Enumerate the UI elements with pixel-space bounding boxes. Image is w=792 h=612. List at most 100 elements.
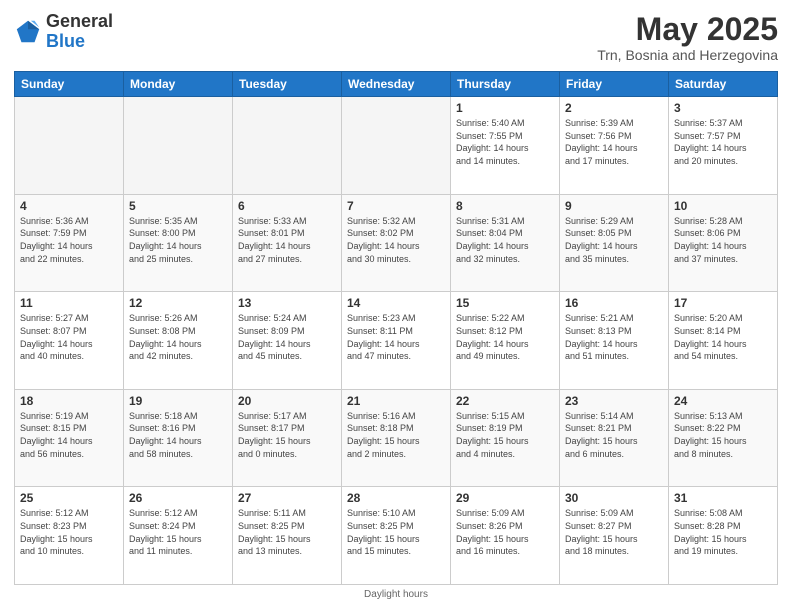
day-number: 2 [565, 101, 663, 115]
cell-w3-d7: 17 Sunrise: 5:20 AM Sunset: 8:14 PM Dayli… [669, 292, 778, 390]
day-number: 16 [565, 296, 663, 310]
cell-w2-d7: 10 Sunrise: 5:28 AM Sunset: 8:06 PM Dayli… [669, 194, 778, 292]
cell-w3-d4: 14Sunrise: 5:23 AM Sunset: 8:11 PM Dayli… [342, 292, 451, 390]
day-number: 28 [347, 491, 445, 505]
cell-w1-d7: 3 Sunrise: 5:37 AM Sunset: 7:57 PM Daylig… [669, 97, 778, 195]
day-number: 27 [238, 491, 336, 505]
logo-text: General Blue [46, 12, 113, 52]
page: General Blue May 2025 Trn, Bosnia and He… [0, 0, 792, 612]
day-info: Sunrise: 5:27 AM Sunset: 8:07 PM Dayligh… [20, 312, 118, 362]
cell-w2-d5: 8 Sunrise: 5:31 AM Sunset: 8:04 PM Daylig… [451, 194, 560, 292]
day-number: 25 [20, 491, 118, 505]
day-info: Sunrise: 5:33 AM Sunset: 8:01 PM Dayligh… [238, 215, 336, 265]
cell-w3-d5: 15 Sunrise: 5:22 AM Sunset: 8:12 PM Dayli… [451, 292, 560, 390]
day-info: Sunrise: 5:09 AM Sunset: 8:26 PM Dayligh… [456, 507, 554, 557]
day-number: 18 [20, 394, 118, 408]
day-info: Sunrise: 5:16 AM Sunset: 8:18 PM Dayligh… [347, 410, 445, 460]
cell-w2-d3: 6 Sunrise: 5:33 AM Sunset: 8:01 PM Daylig… [233, 194, 342, 292]
cell-w4-d4: 21 Sunrise: 5:16 AM Sunset: 8:18 PM Dayli… [342, 389, 451, 487]
col-friday: Friday [560, 72, 669, 97]
title-section: May 2025 Trn, Bosnia and Herzegovina [597, 12, 778, 63]
cell-w4-d2: 19 Sunrise: 5:18 AM Sunset: 8:16 PM Dayli… [124, 389, 233, 487]
cell-w3-d6: 16 Sunrise: 5:21 AM Sunset: 8:13 PM Dayli… [560, 292, 669, 390]
day-number: 12 [129, 296, 227, 310]
day-info: Sunrise: 5:26 AM Sunset: 8:08 PM Dayligh… [129, 312, 227, 362]
day-number: 19 [129, 394, 227, 408]
day-number: 11 [20, 296, 118, 310]
col-tuesday: Tuesday [233, 72, 342, 97]
day-info: Sunrise: 5:13 AM Sunset: 8:22 PM Dayligh… [674, 410, 772, 460]
cell-w4-d6: 23 Sunrise: 5:14 AM Sunset: 8:21 PM Dayli… [560, 389, 669, 487]
day-number: 21 [347, 394, 445, 408]
cell-w2-d2: 5Sunrise: 5:35 AM Sunset: 8:00 PM Daylig… [124, 194, 233, 292]
day-number: 6 [238, 199, 336, 213]
day-info: Sunrise: 5:28 AM Sunset: 8:06 PM Dayligh… [674, 215, 772, 265]
cell-w5-d3: 27 Sunrise: 5:11 AM Sunset: 8:25 PM Dayli… [233, 487, 342, 585]
day-info: Sunrise: 5:18 AM Sunset: 8:16 PM Dayligh… [129, 410, 227, 460]
day-info: Sunrise: 5:22 AM Sunset: 8:12 PM Dayligh… [456, 312, 554, 362]
day-number: 3 [674, 101, 772, 115]
col-wednesday: Wednesday [342, 72, 451, 97]
header: General Blue May 2025 Trn, Bosnia and He… [14, 12, 778, 63]
week-row-1: 1Sunrise: 5:40 AM Sunset: 7:55 PM Daylig… [15, 97, 778, 195]
day-number: 4 [20, 199, 118, 213]
cell-w4-d1: 18 Sunrise: 5:19 AM Sunset: 8:15 PM Dayli… [15, 389, 124, 487]
cell-w5-d5: 29Sunrise: 5:09 AM Sunset: 8:26 PM Dayli… [451, 487, 560, 585]
cell-w4-d7: 24 Sunrise: 5:13 AM Sunset: 8:22 PM Dayli… [669, 389, 778, 487]
day-number: 20 [238, 394, 336, 408]
day-info: Sunrise: 5:19 AM Sunset: 8:15 PM Dayligh… [20, 410, 118, 460]
day-number: 24 [674, 394, 772, 408]
day-info: Sunrise: 5:21 AM Sunset: 8:13 PM Dayligh… [565, 312, 663, 362]
cell-w1-d2 [124, 97, 233, 195]
day-info: Sunrise: 5:08 AM Sunset: 8:28 PM Dayligh… [674, 507, 772, 557]
day-info: Sunrise: 5:10 AM Sunset: 8:25 PM Dayligh… [347, 507, 445, 557]
cell-w4-d5: 22Sunrise: 5:15 AM Sunset: 8:19 PM Dayli… [451, 389, 560, 487]
day-number: 8 [456, 199, 554, 213]
week-row-4: 18 Sunrise: 5:19 AM Sunset: 8:15 PM Dayli… [15, 389, 778, 487]
cell-w1-d4 [342, 97, 451, 195]
day-info: Sunrise: 5:37 AM Sunset: 7:57 PM Dayligh… [674, 117, 772, 167]
cell-w1-d3 [233, 97, 342, 195]
day-info: Sunrise: 5:12 AM Sunset: 8:24 PM Dayligh… [129, 507, 227, 557]
day-info: Sunrise: 5:36 AM Sunset: 7:59 PM Dayligh… [20, 215, 118, 265]
day-number: 5 [129, 199, 227, 213]
cell-w1-d6: 2 Sunrise: 5:39 AM Sunset: 7:56 PM Daylig… [560, 97, 669, 195]
cell-w2-d6: 9Sunrise: 5:29 AM Sunset: 8:05 PM Daylig… [560, 194, 669, 292]
cell-w5-d2: 26 Sunrise: 5:12 AM Sunset: 8:24 PM Dayli… [124, 487, 233, 585]
cell-w1-d1 [15, 97, 124, 195]
cell-w5-d4: 28 Sunrise: 5:10 AM Sunset: 8:25 PM Dayli… [342, 487, 451, 585]
day-info: Sunrise: 5:29 AM Sunset: 8:05 PM Dayligh… [565, 215, 663, 265]
cell-w3-d1: 11 Sunrise: 5:27 AM Sunset: 8:07 PM Dayli… [15, 292, 124, 390]
day-number: 10 [674, 199, 772, 213]
day-info: Sunrise: 5:32 AM Sunset: 8:02 PM Dayligh… [347, 215, 445, 265]
day-info: Sunrise: 5:14 AM Sunset: 8:21 PM Dayligh… [565, 410, 663, 460]
cell-w5-d1: 25 Sunrise: 5:12 AM Sunset: 8:23 PM Dayli… [15, 487, 124, 585]
day-info: Sunrise: 5:20 AM Sunset: 8:14 PM Dayligh… [674, 312, 772, 362]
calendar-header-row: Sunday Monday Tuesday Wednesday Thursday… [15, 72, 778, 97]
col-saturday: Saturday [669, 72, 778, 97]
cell-w3-d3: 13Sunrise: 5:24 AM Sunset: 8:09 PM Dayli… [233, 292, 342, 390]
day-number: 13 [238, 296, 336, 310]
calendar-table: Sunday Monday Tuesday Wednesday Thursday… [14, 71, 778, 585]
day-info: Sunrise: 5:40 AM Sunset: 7:55 PM Dayligh… [456, 117, 554, 167]
day-number: 31 [674, 491, 772, 505]
cell-w5-d7: 31 Sunrise: 5:08 AM Sunset: 8:28 PM Dayli… [669, 487, 778, 585]
month-title: May 2025 [597, 12, 778, 47]
cell-w5-d6: 30Sunrise: 5:09 AM Sunset: 8:27 PM Dayli… [560, 487, 669, 585]
day-number: 15 [456, 296, 554, 310]
day-info: Sunrise: 5:31 AM Sunset: 8:04 PM Dayligh… [456, 215, 554, 265]
week-row-5: 25 Sunrise: 5:12 AM Sunset: 8:23 PM Dayli… [15, 487, 778, 585]
day-number: 23 [565, 394, 663, 408]
day-number: 7 [347, 199, 445, 213]
day-info: Sunrise: 5:11 AM Sunset: 8:25 PM Dayligh… [238, 507, 336, 557]
day-info: Sunrise: 5:23 AM Sunset: 8:11 PM Dayligh… [347, 312, 445, 362]
day-number: 17 [674, 296, 772, 310]
col-thursday: Thursday [451, 72, 560, 97]
day-info: Sunrise: 5:12 AM Sunset: 8:23 PM Dayligh… [20, 507, 118, 557]
day-number: 26 [129, 491, 227, 505]
cell-w3-d2: 12 Sunrise: 5:26 AM Sunset: 8:08 PM Dayli… [124, 292, 233, 390]
cell-w1-d5: 1Sunrise: 5:40 AM Sunset: 7:55 PM Daylig… [451, 97, 560, 195]
day-info: Sunrise: 5:39 AM Sunset: 7:56 PM Dayligh… [565, 117, 663, 167]
week-row-2: 4 Sunrise: 5:36 AM Sunset: 7:59 PM Daylig… [15, 194, 778, 292]
footer-note: Daylight hours [14, 589, 778, 600]
